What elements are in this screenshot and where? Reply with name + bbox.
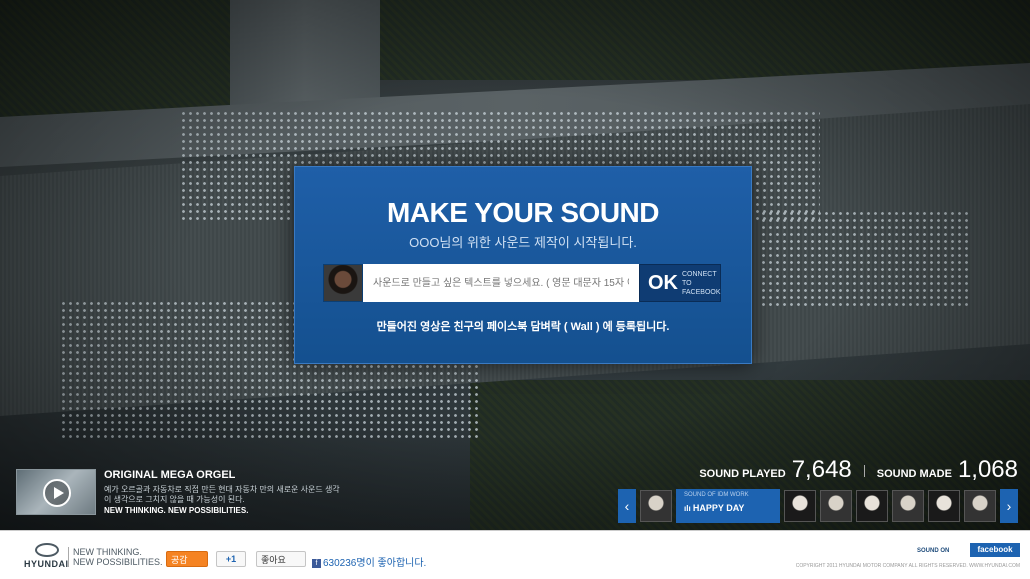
sound-made-label: SOUND MADE — [876, 468, 952, 480]
hyundai-wordmark: HYUNDAI — [24, 559, 69, 569]
promo-title: ORIGINAL MEGA ORGEL — [104, 469, 236, 481]
hyundai-logo[interactable]: HYUNDAI — [24, 543, 68, 569]
carousel-thumb[interactable] — [964, 490, 996, 522]
sound-stats: SOUND PLAYED 7,648 SOUND MADE 1,068 — [699, 456, 1018, 484]
like-button[interactable]: 좋아요 — [256, 551, 306, 567]
featured-sound-name: HAPPY DAY — [684, 503, 772, 513]
carousel-thumb[interactable] — [640, 490, 672, 522]
promo-description: 예가 오르골과 자동차로 직접 만든 현대 자동차 만의 새로운 사운드 생각이… — [104, 485, 340, 504]
ok-label: OK — [648, 271, 678, 294]
ok-connect-facebook-button[interactable]: OK CONNECT TO FACEBOOK — [639, 264, 721, 302]
sound-made-value: 1,068 — [957, 456, 1018, 483]
hyundai-mark-icon — [35, 543, 59, 557]
facebook-icon: f — [312, 558, 321, 568]
play-icon[interactable] — [43, 479, 71, 507]
sound-on-toggle[interactable]: SOUND ON — [917, 548, 949, 554]
user-avatar — [323, 264, 363, 302]
dialog-note: 만들어진 영상은 친구의 페이스북 담벼락 ( Wall ) 에 등록됩니다. — [376, 321, 670, 333]
carousel-prev-button[interactable]: ‹ — [618, 489, 636, 523]
share-button[interactable]: 공감 — [166, 551, 208, 567]
carousel-next-button[interactable]: › — [1000, 489, 1018, 523]
dialog-subtitle: OOO님의 위한 사운드 제작이 시작됩니다. — [409, 235, 637, 250]
google-plus-button[interactable]: +1 — [216, 551, 246, 567]
make-sound-dialog: MAKE YOUR SOUND OOO님의 위한 사운드 제작이 시작됩니다. … — [294, 166, 752, 364]
carousel-thumb[interactable] — [928, 490, 960, 522]
connect-facebook-label: CONNECT TO FACEBOOK — [682, 270, 721, 296]
featured-sound-card[interactable]: SOUND OF IDM WORK HAPPY DAY — [676, 489, 780, 523]
facebook-button[interactable]: facebook — [970, 543, 1020, 557]
sound-played-label: SOUND PLAYED — [699, 468, 786, 480]
stat-divider — [863, 465, 865, 477]
promo-block: ORIGINAL MEGA ORGEL 예가 오르골과 자동차로 직접 만든 현… — [16, 467, 340, 517]
footer: HYUNDAI NEW THINKING. NEW POSSIBILITIES.… — [0, 530, 1030, 579]
sound-carousel: ‹ SOUND OF IDM WORK HAPPY DAY › — [618, 489, 1020, 523]
carousel-thumb[interactable] — [820, 490, 852, 522]
dialog-title: MAKE YOUR SOUND — [386, 197, 660, 228]
carousel-thumb[interactable] — [784, 490, 816, 522]
featured-sound-source: SOUND OF IDM WORK — [684, 492, 749, 498]
footer-slogan: NEW THINKING. NEW POSSIBILITIES. — [68, 547, 163, 567]
carousel-thumb[interactable] — [856, 490, 888, 522]
like-count-label: 630236명이 좋아합니다. — [323, 558, 427, 569]
sound-text-input[interactable] — [363, 264, 639, 302]
like-count-text: f 630236명이 좋아합니다. — [312, 554, 426, 569]
footer-slogan-line2: NEW POSSIBILITIES. — [73, 557, 163, 567]
sound-input-row: OK CONNECT TO FACEBOOK — [323, 264, 721, 302]
promo-video-thumbnail[interactable] — [16, 469, 96, 515]
footer-slogan-line1: NEW THINKING. — [73, 547, 142, 557]
promo-slogan: NEW THINKING. NEW POSSIBILITIES. — [104, 506, 249, 515]
copyright-text: COPYRIGHT 2011 HYUNDAI MOTOR COMPANY ALL… — [795, 563, 1020, 569]
sound-played-value: 7,648 — [791, 456, 852, 483]
carousel-thumb[interactable] — [892, 490, 924, 522]
